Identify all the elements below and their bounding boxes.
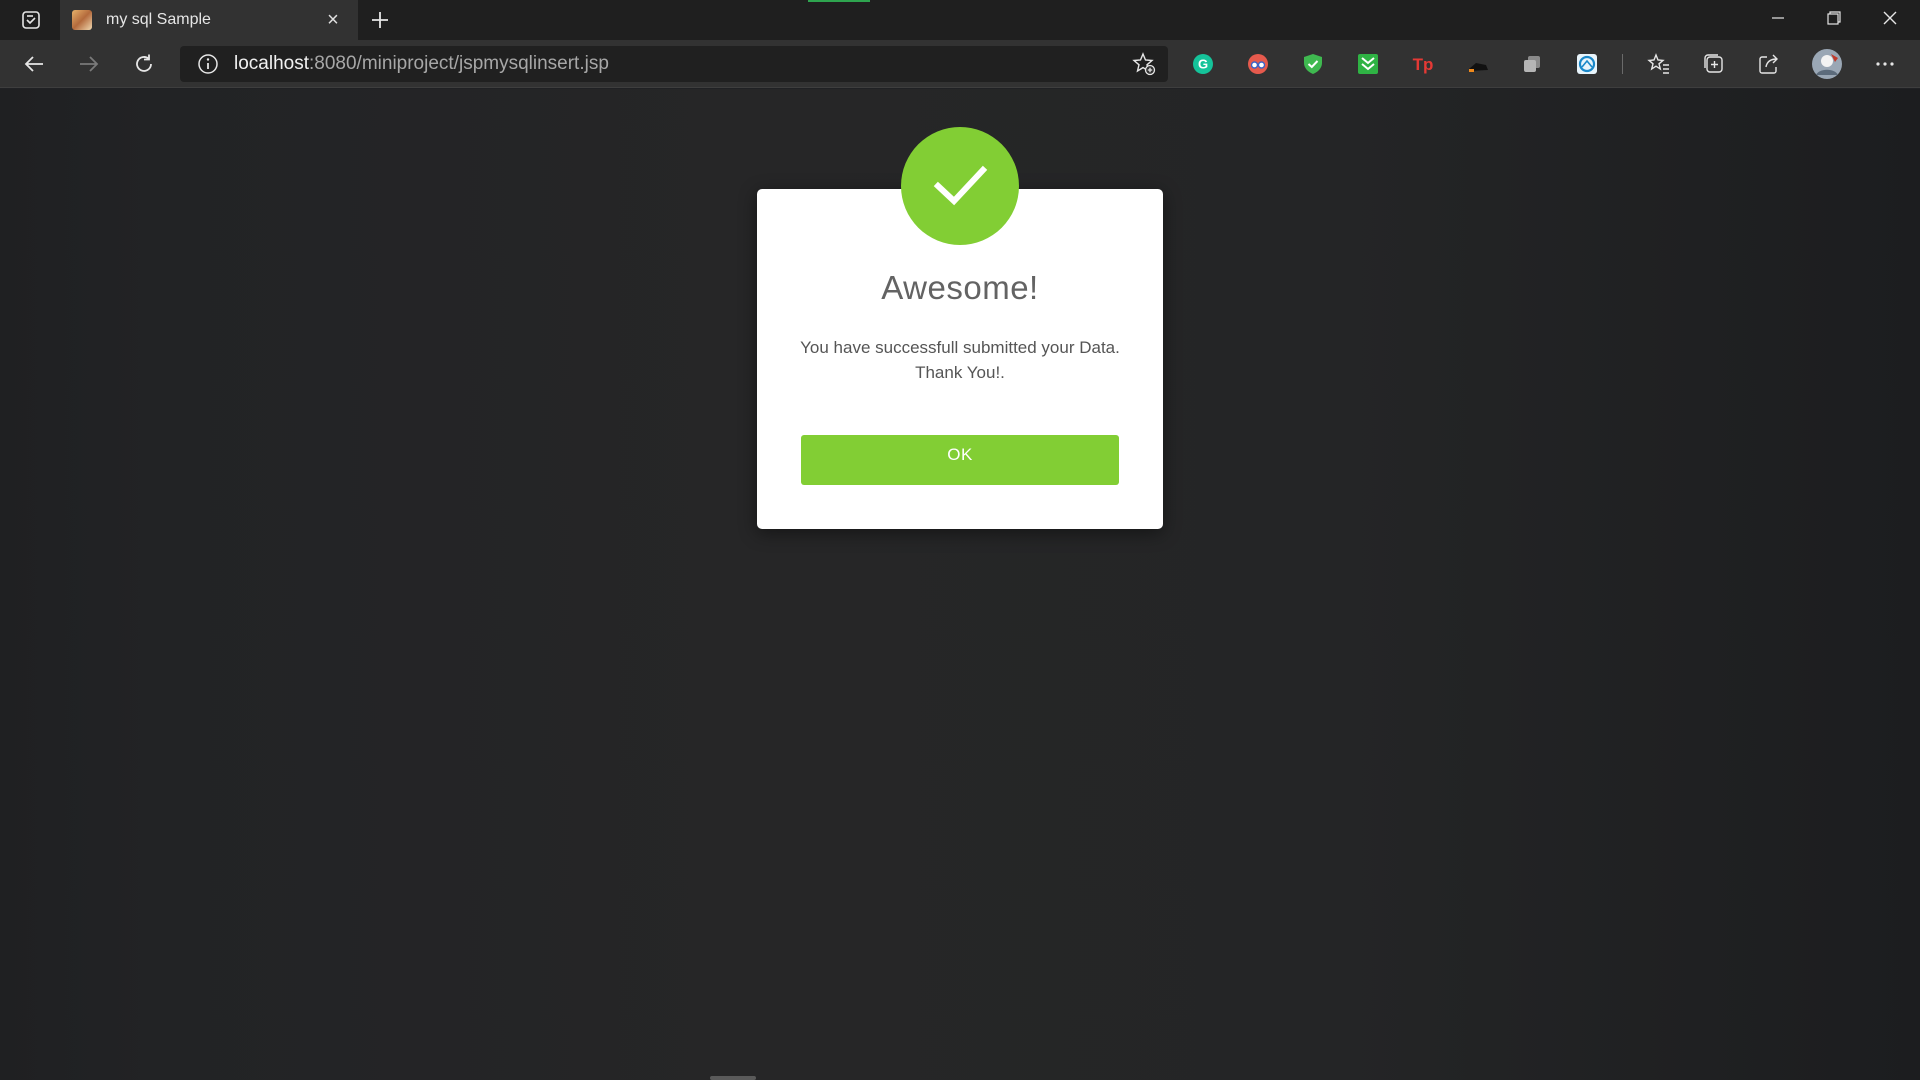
forward-arrow-icon[interactable] <box>71 46 107 82</box>
success-check-icon <box>901 127 1019 245</box>
site-info-icon[interactable] <box>190 46 226 82</box>
minimize-icon[interactable] <box>1750 0 1806 36</box>
browser-window: my sql Sample × localhost:8080/miniproje… <box>0 0 1920 1080</box>
url-text: localhost:8080/miniproject/jspmysqlinser… <box>234 53 609 75</box>
share-icon[interactable] <box>1756 51 1782 77</box>
new-tab-icon[interactable] <box>364 4 396 36</box>
restore-icon[interactable] <box>1806 0 1862 36</box>
refresh-icon[interactable] <box>126 46 162 82</box>
copy-extension-icon[interactable] <box>1519 51 1545 77</box>
shield-check-icon[interactable] <box>1300 51 1326 77</box>
tab-actions-icon[interactable] <box>14 8 48 32</box>
reader-glasses-icon[interactable] <box>1245 51 1271 77</box>
url-path: :8080/miniproject/jspmysqlinsert.jsp <box>309 53 609 74</box>
tp-icon[interactable]: Tp <box>1410 51 1436 77</box>
address-bar[interactable]: localhost:8080/miniproject/jspmysqlinser… <box>180 46 1168 82</box>
profile-avatar[interactable] <box>1811 48 1843 80</box>
back-arrow-icon[interactable] <box>16 46 52 82</box>
svg-text:Tp: Tp <box>1413 55 1434 74</box>
more-options-icon[interactable] <box>1872 51 1898 77</box>
collections-icon[interactable] <box>1701 51 1727 77</box>
green-download-icon[interactable] <box>1355 51 1381 77</box>
grammarly-icon[interactable]: G <box>1190 51 1216 77</box>
active-tab[interactable]: my sql Sample × <box>60 0 358 40</box>
site-favicon-icon <box>72 10 92 30</box>
loading-indicator <box>808 0 870 2</box>
tab-bar: my sql Sample × <box>0 0 1920 40</box>
browser-toolbar: localhost:8080/miniproject/jspmysqlinser… <box>0 40 1920 88</box>
dark-extension-icon[interactable] <box>1465 51 1491 77</box>
ok-button[interactable]: OK <box>801 435 1119 485</box>
toolbar-divider <box>1622 54 1623 74</box>
scroll-handle[interactable] <box>710 1076 756 1080</box>
dialog-title: Awesome! <box>881 269 1039 306</box>
blue-ring-extension-icon[interactable] <box>1574 51 1600 77</box>
dialog-message: You have successfull submitted your Data… <box>800 338 1120 382</box>
svg-text:G: G <box>1198 57 1208 72</box>
page-content: Awesome! You have successfull submitted … <box>0 89 1920 1080</box>
add-favorite-star-icon[interactable] <box>1130 50 1158 78</box>
tab-title: my sql Sample <box>106 11 211 28</box>
tab-close-icon[interactable]: × <box>320 7 346 33</box>
close-window-icon[interactable] <box>1862 0 1918 36</box>
favorites-icon[interactable] <box>1646 51 1672 77</box>
url-host: localhost <box>234 53 309 74</box>
